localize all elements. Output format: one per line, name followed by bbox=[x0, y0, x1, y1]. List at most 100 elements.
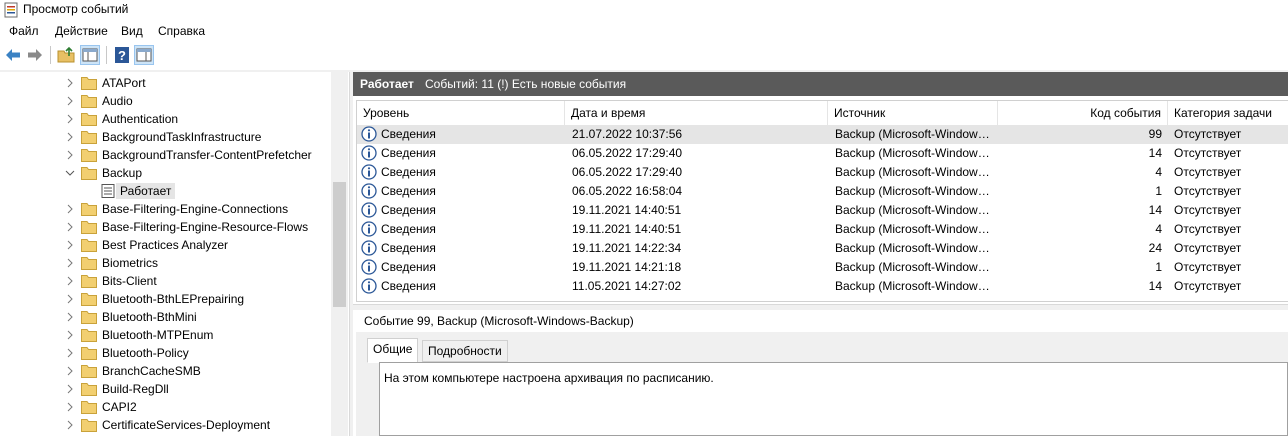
event-message: На этом компьютере настроена архивация п… bbox=[384, 371, 714, 385]
tree-item[interactable]: Bits-Client bbox=[0, 272, 330, 290]
chevron-right-icon[interactable] bbox=[64, 419, 76, 431]
folder-icon bbox=[81, 149, 97, 162]
event-datetime: 06.05.2022 17:29:40 bbox=[572, 146, 683, 160]
up-folder-icon[interactable] bbox=[56, 45, 76, 65]
tree-item[interactable]: Base-Filtering-Engine-Resource-Flows bbox=[0, 218, 330, 236]
tree-item[interactable]: Base-Filtering-Engine-Connections bbox=[0, 200, 330, 218]
tree-item[interactable]: BackgroundTransfer-ContentPrefetcher bbox=[0, 146, 330, 164]
menu-view[interactable]: Вид bbox=[121, 24, 143, 38]
tree-item[interactable]: Bluetooth-MTPEnum bbox=[0, 326, 330, 344]
folder-icon bbox=[81, 221, 97, 234]
toolbar-separator bbox=[106, 46, 107, 64]
tree-item[interactable]: Bluetooth-BthMini bbox=[0, 308, 330, 326]
event-message-box[interactable]: На этом компьютере настроена архивация п… bbox=[379, 362, 1288, 436]
event-row[interactable]: Сведения 06.05.2022 17:29:40 Backup (Micro… bbox=[357, 144, 1288, 163]
event-datetime: 19.11.2021 14:22:34 bbox=[572, 241, 682, 255]
chevron-right-icon[interactable] bbox=[64, 77, 76, 89]
event-source: Backup (Microsoft-Window… bbox=[835, 127, 990, 141]
tab-details[interactable]: Подробности bbox=[422, 340, 508, 362]
event-detail-pane: Общие Подробности На этом компьютере нас… bbox=[356, 332, 1288, 436]
help-icon[interactable]: ? bbox=[112, 45, 132, 65]
event-datetime: 11.05.2021 14:27:02 bbox=[572, 279, 682, 293]
chevron-right-icon[interactable] bbox=[64, 365, 76, 377]
log-icon bbox=[101, 184, 115, 198]
tree-item-label: CertificateServices-Deployment bbox=[102, 418, 271, 432]
chevron-right-icon[interactable] bbox=[64, 203, 76, 215]
chevron-right-icon[interactable] bbox=[64, 149, 76, 161]
folder-icon bbox=[81, 365, 97, 378]
event-row[interactable]: Сведения 19.11.2021 14:40:51 Backup (Micro… bbox=[357, 220, 1288, 239]
chevron-right-icon[interactable] bbox=[64, 383, 76, 395]
event-row[interactable]: Сведения 21.07.2022 10:37:56 Backup (Micro… bbox=[357, 125, 1288, 144]
menu-file[interactable]: Файл bbox=[9, 24, 39, 38]
tree-item[interactable]: Bluetooth-Policy bbox=[0, 344, 330, 362]
chevron-right-icon[interactable] bbox=[64, 275, 76, 287]
action-pane-button[interactable] bbox=[134, 45, 154, 65]
tree-item[interactable]: Audio bbox=[0, 92, 330, 110]
tree-item[interactable]: Authentication bbox=[0, 110, 330, 128]
chevron-right-icon[interactable] bbox=[64, 131, 76, 143]
events-table: Уровень Дата и время Источник Код событи… bbox=[356, 100, 1288, 302]
tree-item[interactable]: Backup bbox=[0, 164, 330, 182]
event-row[interactable]: Сведения 19.11.2021 14:22:34 Backup (Micro… bbox=[357, 239, 1288, 258]
toolbar: ? bbox=[0, 42, 1288, 70]
tree-item[interactable]: BranchCacheSMB bbox=[0, 362, 330, 380]
folder-icon bbox=[81, 95, 97, 108]
chevron-right-icon[interactable] bbox=[64, 239, 76, 251]
tree-item[interactable]: Biometrics bbox=[0, 254, 330, 272]
event-category: Отсутствует bbox=[1174, 241, 1242, 255]
tree-scrollbar[interactable] bbox=[331, 72, 348, 436]
tree-item-label: BackgroundTaskInfrastructure bbox=[102, 130, 262, 144]
column-header-event-code[interactable]: Код события bbox=[998, 101, 1168, 125]
chevron-right-icon[interactable] bbox=[64, 95, 76, 107]
event-datetime: 21.07.2022 10:37:56 bbox=[572, 127, 683, 141]
chevron-right-icon[interactable] bbox=[64, 221, 76, 233]
column-header-level[interactable]: Уровень bbox=[357, 101, 565, 125]
event-row[interactable]: Сведения 06.05.2022 17:29:40 Backup (Micro… bbox=[357, 163, 1288, 182]
folder-icon bbox=[81, 401, 97, 414]
back-arrow-icon[interactable] bbox=[3, 45, 23, 65]
event-category: Отсутствует bbox=[1174, 222, 1242, 236]
column-header-datetime[interactable]: Дата и время bbox=[565, 101, 828, 125]
event-source: Backup (Microsoft-Window… bbox=[835, 184, 990, 198]
event-code: 99 bbox=[1148, 127, 1162, 141]
tree-item-label: Biometrics bbox=[102, 256, 159, 270]
show-tree-icon bbox=[82, 48, 98, 62]
tree-scrollbar-thumb[interactable] bbox=[333, 182, 346, 307]
window-title: Просмотр событий bbox=[23, 2, 129, 16]
chevron-right-icon[interactable] bbox=[64, 347, 76, 359]
event-row[interactable]: Сведения 06.05.2022 16:58:04 Backup (Micro… bbox=[357, 182, 1288, 201]
tree-item[interactable]: BackgroundTaskInfrastructure bbox=[0, 128, 330, 146]
chevron-down-icon[interactable] bbox=[64, 167, 76, 179]
tree-item[interactable]: ATAPort bbox=[0, 74, 330, 92]
folder-icon bbox=[81, 293, 97, 306]
column-header-source[interactable]: Источник bbox=[828, 101, 998, 125]
chevron-right-icon[interactable] bbox=[64, 329, 76, 341]
tree-item[interactable]: CertificateServices-Deployment bbox=[0, 416, 330, 434]
forward-arrow-icon[interactable] bbox=[25, 45, 45, 65]
menu-action[interactable]: Действие bbox=[55, 24, 108, 38]
info-icon bbox=[361, 164, 377, 180]
tree-item[interactable]: CAPI2 bbox=[0, 398, 330, 416]
tree-item[interactable]: Build-RegDll bbox=[0, 380, 330, 398]
tree-item[interactable]: Работает bbox=[0, 182, 330, 200]
tree-item[interactable]: Best Practices Analyzer bbox=[0, 236, 330, 254]
event-row[interactable]: Сведения 11.05.2021 14:27:02 Backup (Micro… bbox=[357, 277, 1288, 296]
log-view: Работает Событий: 11 (!) Есть новые собы… bbox=[353, 72, 1288, 436]
column-header-task-category[interactable]: Категория задачи bbox=[1168, 101, 1288, 125]
tab-general[interactable]: Общие bbox=[367, 338, 419, 363]
event-source: Backup (Microsoft-Window… bbox=[835, 279, 990, 293]
chevron-right-icon[interactable] bbox=[64, 293, 76, 305]
event-row[interactable]: Сведения 19.11.2021 14:21:18 Backup (Micro… bbox=[357, 258, 1288, 277]
show-tree-button[interactable] bbox=[80, 45, 100, 65]
chevron-right-icon[interactable] bbox=[64, 113, 76, 125]
info-icon bbox=[361, 221, 377, 237]
folder-icon bbox=[81, 239, 97, 252]
chevron-right-icon[interactable] bbox=[64, 311, 76, 323]
chevron-right-icon[interactable] bbox=[64, 257, 76, 269]
event-row[interactable]: Сведения 19.11.2021 14:40:51 Backup (Micro… bbox=[357, 201, 1288, 220]
pane-splitter[interactable] bbox=[353, 304, 1288, 310]
chevron-right-icon[interactable] bbox=[64, 401, 76, 413]
menu-help[interactable]: Справка bbox=[158, 24, 205, 38]
tree-item[interactable]: Bluetooth-BthLEPrepairing bbox=[0, 290, 330, 308]
